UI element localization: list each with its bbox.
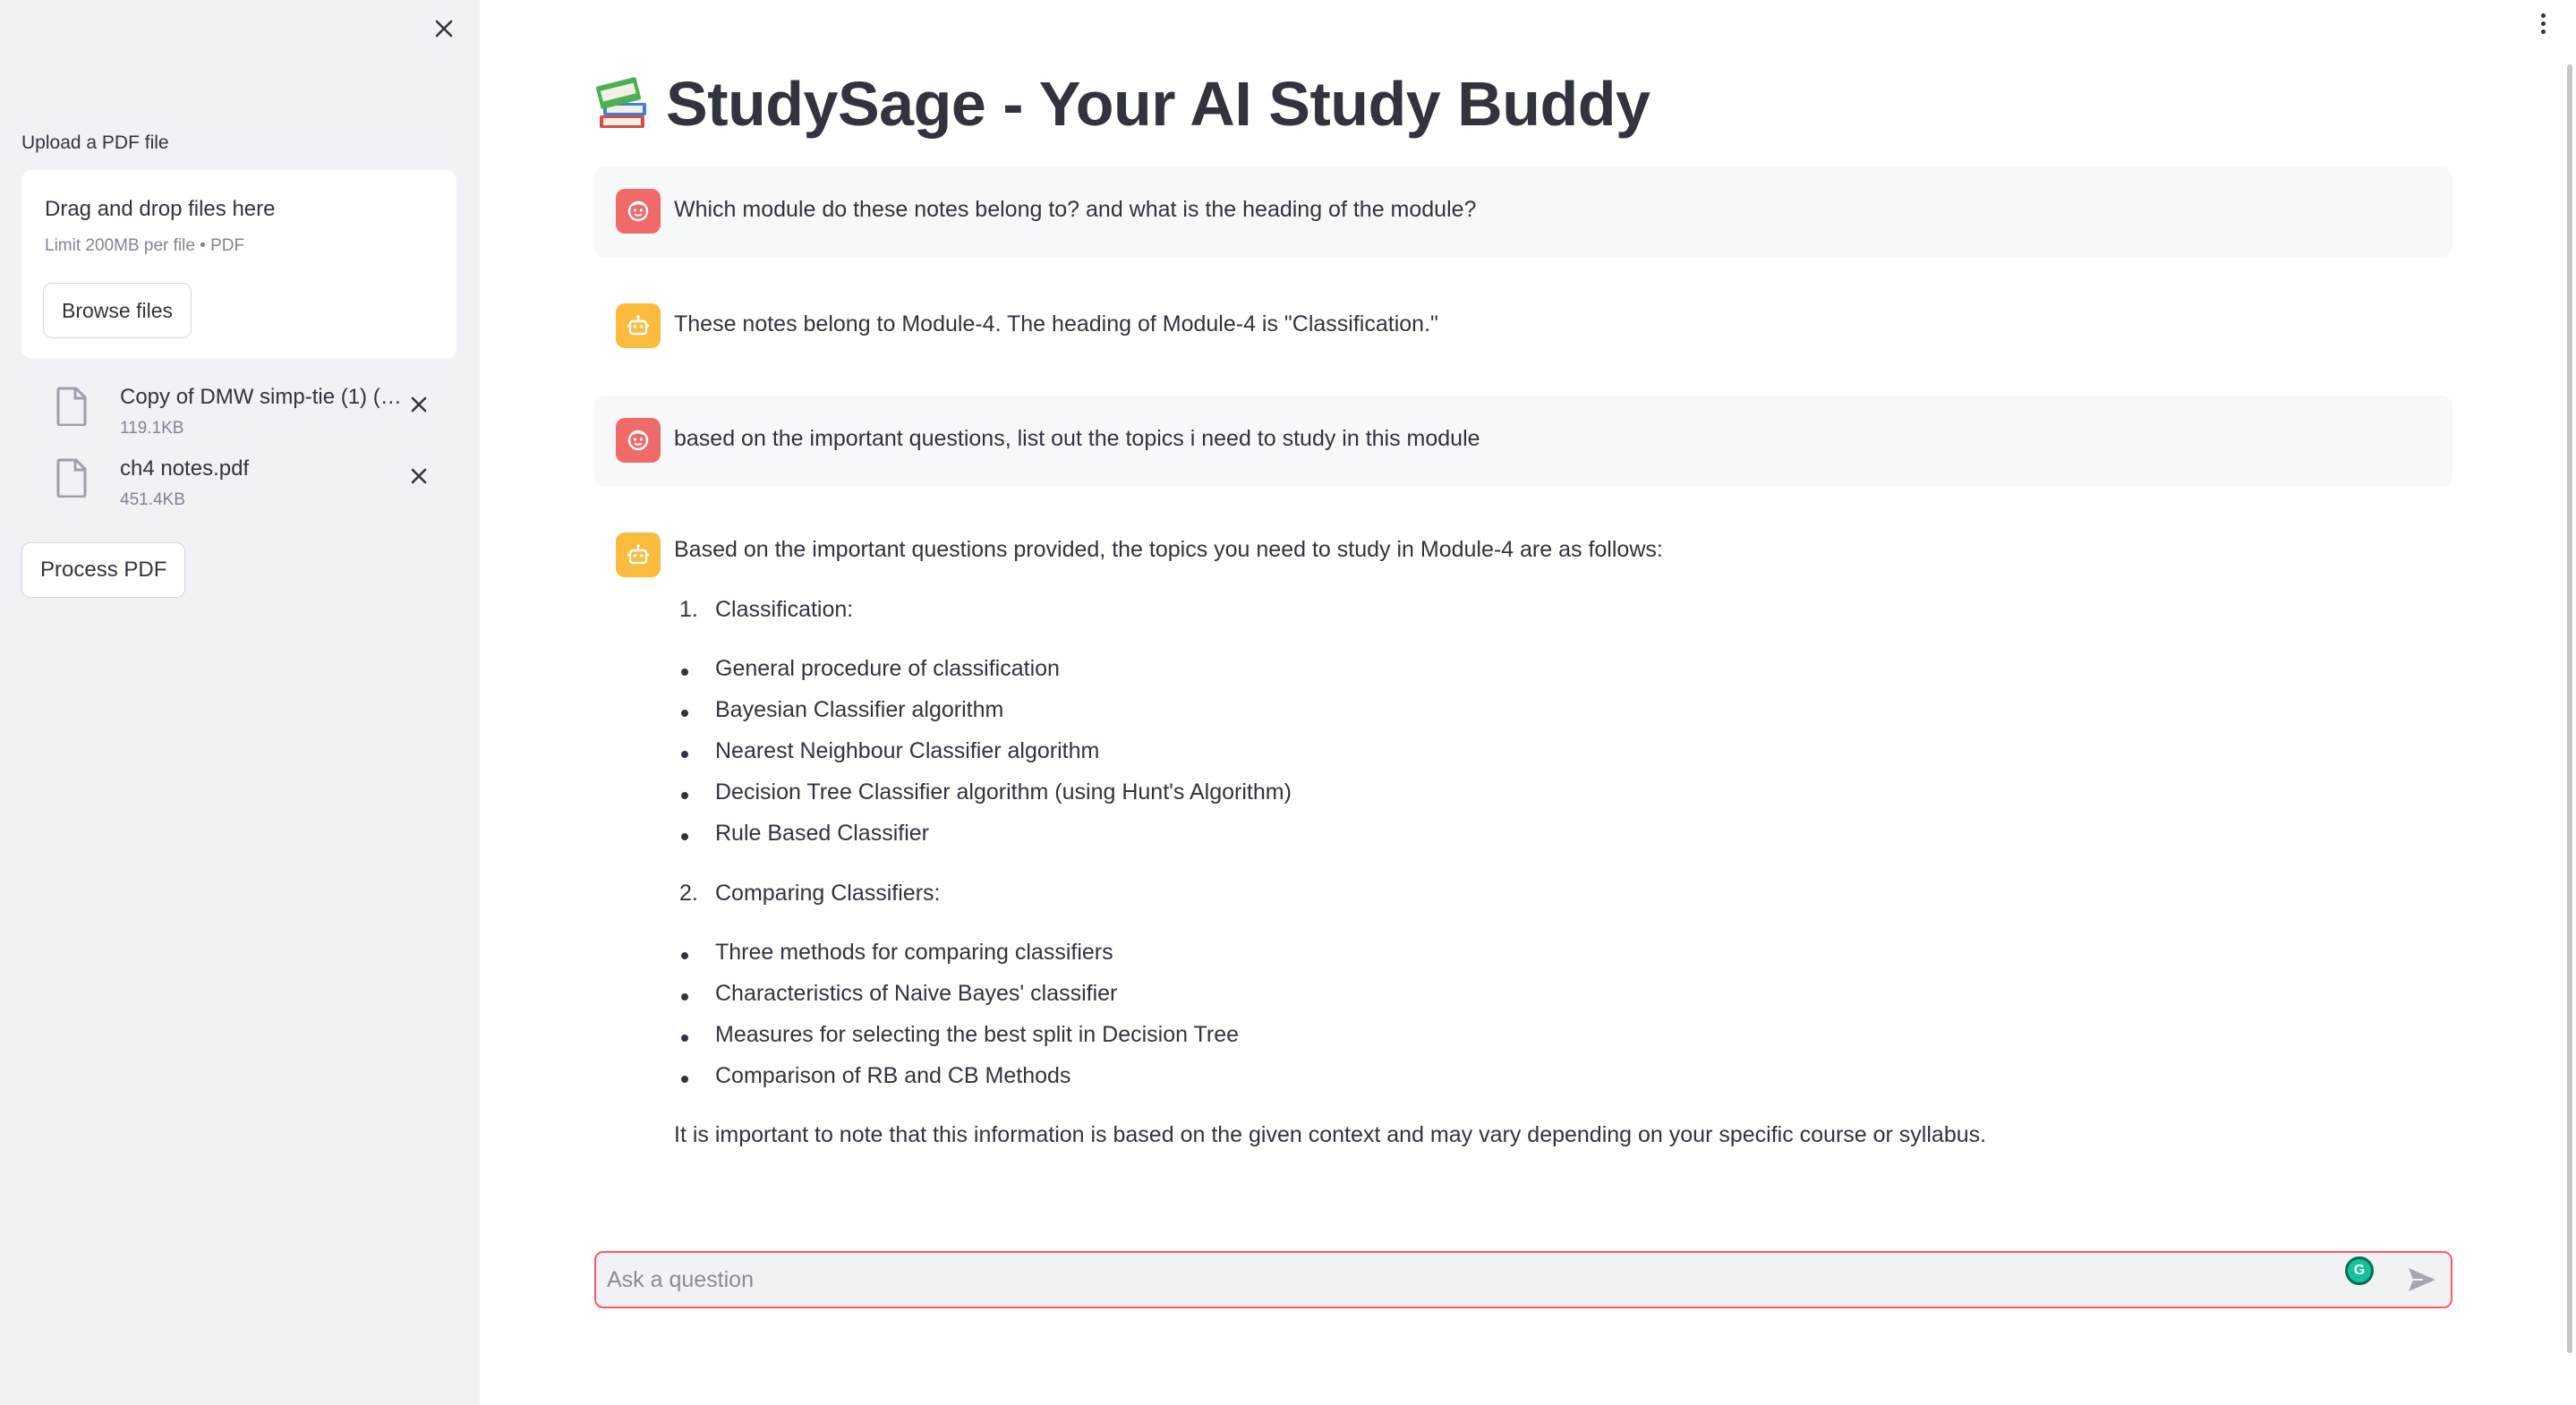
bullet [681,1076,688,1083]
page-title: StudySage - Your AI Study Buddy [666,69,1651,139]
user-face-icon [627,430,649,451]
bullet [681,668,688,676]
close-icon [411,468,427,484]
answer-outro: It is important to note that this inform… [674,1122,1987,1147]
upload-label: Upload a PDF file [21,132,169,153]
chat-message-assistant: These notes belong to Module-4. The head… [594,281,2452,372]
remove-file-button[interactable] [403,460,435,492]
menu-dot [2540,21,2546,26]
close-icon [411,396,427,413]
chat-message-user: Which module do these notes belong to? a… [594,166,2452,258]
dropzone-title: Drag and drop files here [45,197,276,221]
file-size: 451.4KB [120,490,185,509]
list-number: 1. [679,597,698,622]
menu-dot [2540,13,2546,18]
chat-message-assistant: Based on the important questions provide… [594,510,2452,1163]
user-face-icon [627,200,649,222]
uploaded-file-item: ch4 notes.pdf 451.4KB [48,453,442,517]
robot-icon [627,544,649,565]
list-item: Characteristics of Naive Bayes' classifi… [715,981,1118,1006]
list-number: 2. [679,881,698,906]
section-heading: Comparing Classifiers: [715,881,941,906]
bullet [681,751,688,758]
file-name: ch4 notes.pdf [120,456,250,481]
list-item: Measures for selecting the best split in… [715,1022,1239,1047]
list-item: Comparison of RB and CB Methods [715,1063,1071,1088]
file-name: Copy of DMW simp-tie (1) (1… [120,385,405,409]
dropzone-limit: Limit 200MB per file • PDF [45,236,245,255]
send-button[interactable] [2404,1264,2440,1296]
browse-files-button[interactable]: Browse files [43,283,192,338]
file-size: 119.1KB [120,419,184,438]
uploaded-file-item: Copy of DMW simp-tie (1) (1… 119.1KB [48,381,442,446]
message-text: based on the important questions, list o… [674,426,1480,451]
books-emoji-icon [595,77,646,128]
user-avatar [616,189,661,234]
file-icon [56,387,87,426]
bullet [681,833,688,840]
message-text: These notes belong to Module-4. The head… [674,311,1438,336]
list-item: Three methods for comparing classifiers [715,940,1113,965]
close-icon [435,20,453,38]
chat-input-container: G [594,1251,2452,1308]
grammarly-icon[interactable]: G [2345,1256,2374,1285]
bullet [681,1035,688,1042]
menu-dot [2540,29,2546,34]
answer-intro: Based on the important questions provide… [674,537,1663,562]
chat-message-user: based on the important questions, list o… [594,396,2452,487]
list-item: Decision Tree Classifier algorithm (usin… [715,779,1292,805]
list-item: Rule Based Classifier [715,821,929,846]
bullet [681,993,688,1001]
list-item: Nearest Neighbour Classifier algorithm [715,738,1100,763]
assistant-avatar [616,303,661,348]
sidebar: Upload a PDF file Drag and drop files he… [0,0,480,1405]
chat-input[interactable] [607,1260,2343,1299]
scrollbar[interactable] [2567,64,2572,1353]
close-sidebar-button[interactable] [428,13,460,45]
process-pdf-button[interactable]: Process PDF [21,542,186,598]
page-header: StudySage - Your AI Study Buddy [594,68,1651,140]
message-text: Which module do these notes belong to? a… [674,197,1477,222]
main-menu-button[interactable] [2529,7,2556,39]
bullet [681,710,688,717]
send-icon [2409,1268,2435,1291]
file-dropzone[interactable]: Drag and drop files here Limit 200MB per… [21,170,456,359]
bullet [681,952,688,959]
remove-file-button[interactable] [403,388,435,421]
user-avatar [616,418,661,463]
section-heading: Classification: [715,597,854,622]
assistant-avatar [616,532,661,577]
bullet [681,792,688,799]
list-item: General procedure of classification [715,656,1060,681]
list-item: Bayesian Classifier algorithm [715,697,1004,722]
file-icon [56,458,87,498]
robot-icon [627,315,649,336]
